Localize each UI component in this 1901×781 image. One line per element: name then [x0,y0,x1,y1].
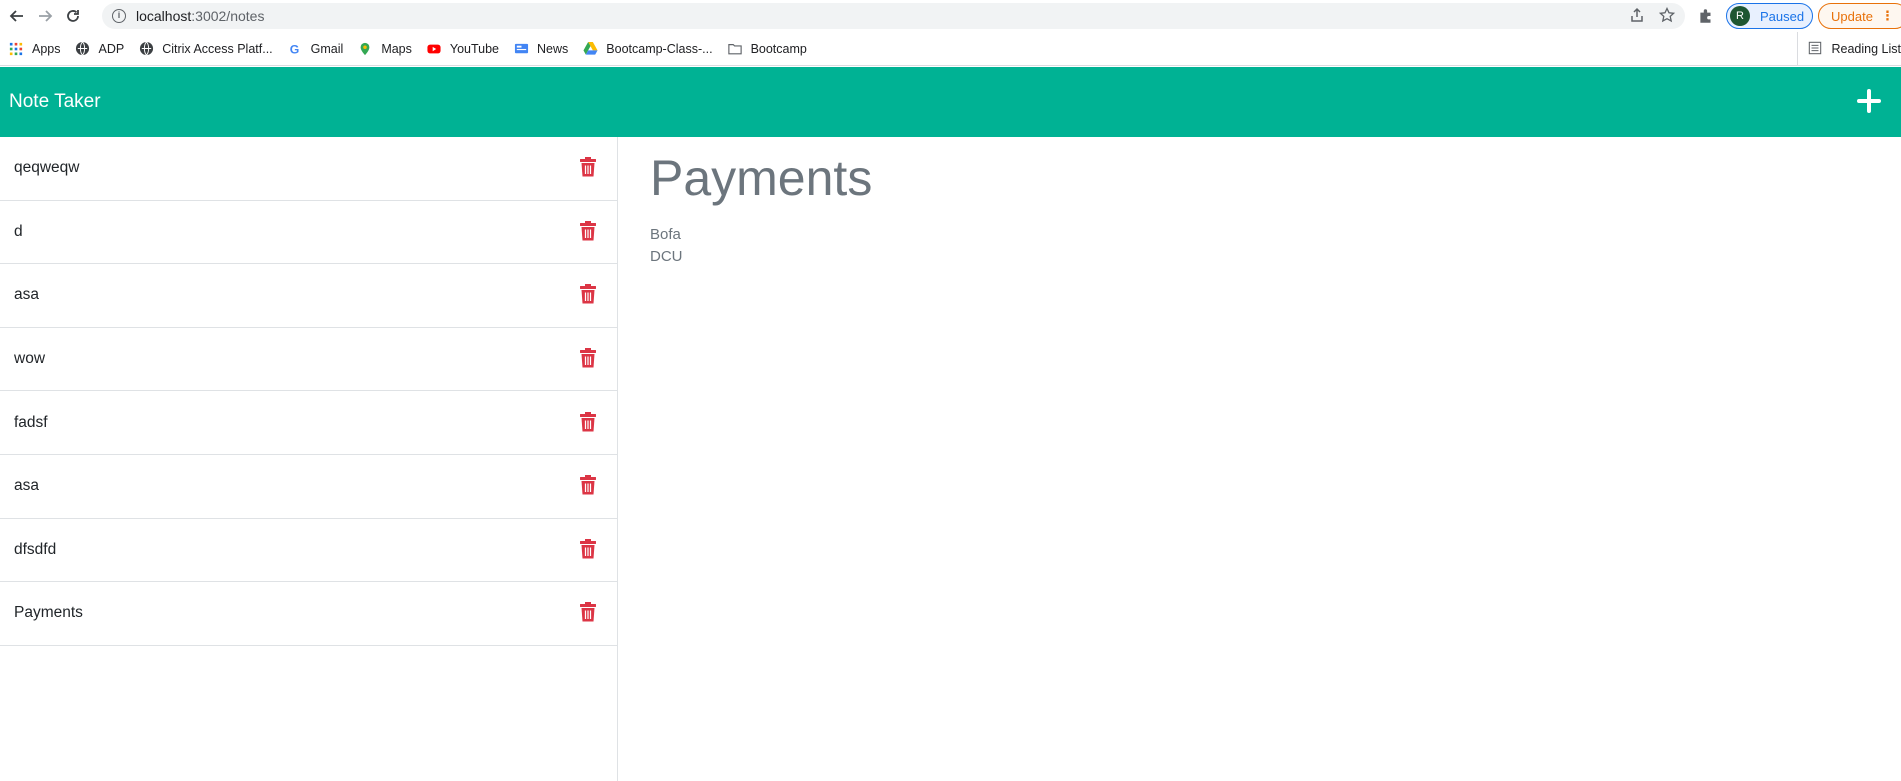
note-list-title[interactable]: asa [14,477,39,495]
note-list-item[interactable]: asa [0,455,617,519]
reload-icon [67,10,79,22]
browser-toolbar: i localhost:3002/notes R Paused Update ⋮ [0,0,1901,32]
bookmark-label: Apps [32,41,61,56]
bookmark-label: News [537,41,569,56]
share-icon[interactable] [1629,7,1645,23]
delete-trash-icon[interactable] [579,411,597,432]
app-navbar: Note Taker [0,67,1901,137]
bookmark-item[interactable]: Maps [357,41,412,57]
note-list-item[interactable]: Payments [0,582,617,646]
bookmark-label: Gmail [310,41,344,56]
bookmark-item[interactable]: Citrix Access Platf... [138,41,273,57]
google-icon: G [287,41,303,57]
bookmark-item[interactable]: Bootcamp-Class-... [582,41,713,57]
delete-trash-icon[interactable] [579,538,597,559]
reload-button[interactable] [60,3,86,29]
extensions-puzzle-icon[interactable] [1697,7,1715,25]
arrow-right-icon [39,10,53,22]
site-info-icon[interactable]: i [112,9,126,23]
more-menu-icon: ⋮ [1880,8,1894,23]
update-label: Update [1831,8,1873,24]
note-list-title[interactable]: d [14,223,23,241]
apps-grid-icon [8,41,24,57]
delete-trash-icon[interactable] [579,157,597,177]
note-title-display[interactable]: Payments [650,147,1869,209]
bookmark-item[interactable]: Bootcamp [727,41,807,57]
note-list-title[interactable]: qeqweqw [14,159,80,177]
forward-button[interactable] [32,3,58,29]
globe-icon [75,41,91,57]
note-list-title[interactable]: asa [14,286,39,304]
news-icon [513,41,529,57]
bookmark-label: Maps [381,41,412,56]
reading-list-button[interactable]: Reading List [1796,32,1901,66]
bookmark-star-icon[interactable] [1659,7,1675,23]
bookmark-label: Citrix Access Platf... [162,41,273,56]
note-text-display[interactable]: Bofa DCU [650,224,1869,268]
maps-pin-icon [357,41,373,57]
url-host: localhost [136,8,192,24]
delete-trash-icon[interactable] [579,475,597,495]
delete-trash-icon[interactable] [579,284,597,304]
reading-list-label: Reading List [1831,42,1901,56]
profile-button[interactable]: R Paused [1726,3,1813,29]
note-list-item[interactable]: wow [0,328,617,392]
delete-trash-icon[interactable] [579,348,597,368]
note-list-item[interactable]: asa [0,264,617,328]
bookmarks-bar: Apps ADP Citrix Access Platf... G Gmail Maps Y… [0,32,1901,66]
svg-text:G: G [289,42,299,56]
bookmark-item[interactable]: Apps [8,41,61,57]
bookmark-item[interactable]: News [513,41,568,57]
delete-trash-icon[interactable] [579,602,597,622]
note-list-title[interactable]: dfsdfd [14,541,56,559]
note-list-title[interactable]: fadsf [14,414,48,432]
folder-icon [727,41,743,57]
bookmark-label: Bootcamp [750,41,807,56]
note-list-item[interactable]: qeqweqw [0,137,617,201]
url-path: :3002/notes [191,8,265,24]
note-list-item[interactable]: dfsdfd [0,519,617,583]
drive-icon [582,41,598,57]
new-note-plus-icon[interactable] [1855,87,1883,115]
globe-icon [138,41,154,57]
reading-list-icon [1808,41,1824,57]
note-list-item[interactable]: fadsf [0,391,617,455]
bookmark-item[interactable]: YouTube [426,41,499,57]
bookmark-item[interactable]: G Gmail [287,41,344,57]
youtube-icon [426,41,442,57]
note-list-item[interactable]: d [0,201,617,265]
brand-title[interactable]: Note Taker [9,91,101,113]
bookmark-label: Bootcamp-Class-... [606,41,713,56]
note-list: qeqweqw d asa wow fadsf asa dfsdfd Payments [0,137,618,781]
note-list-title[interactable]: wow [14,350,45,368]
delete-trash-icon[interactable] [579,220,597,241]
profile-status: Paused [1760,8,1805,24]
bookmark-label: YouTube [449,41,500,56]
bookmark-item[interactable]: ADP [75,41,125,57]
avatar: R [1730,6,1750,26]
bookmark-label: ADP [98,41,125,56]
arrow-left-icon [9,10,23,22]
address-bar[interactable]: i localhost:3002/notes [102,3,1685,29]
note-list-title[interactable]: Payments [14,604,83,622]
back-button[interactable] [4,3,30,29]
update-button[interactable]: Update ⋮ [1818,3,1901,29]
note-view: Payments Bofa DCU [618,137,1901,781]
